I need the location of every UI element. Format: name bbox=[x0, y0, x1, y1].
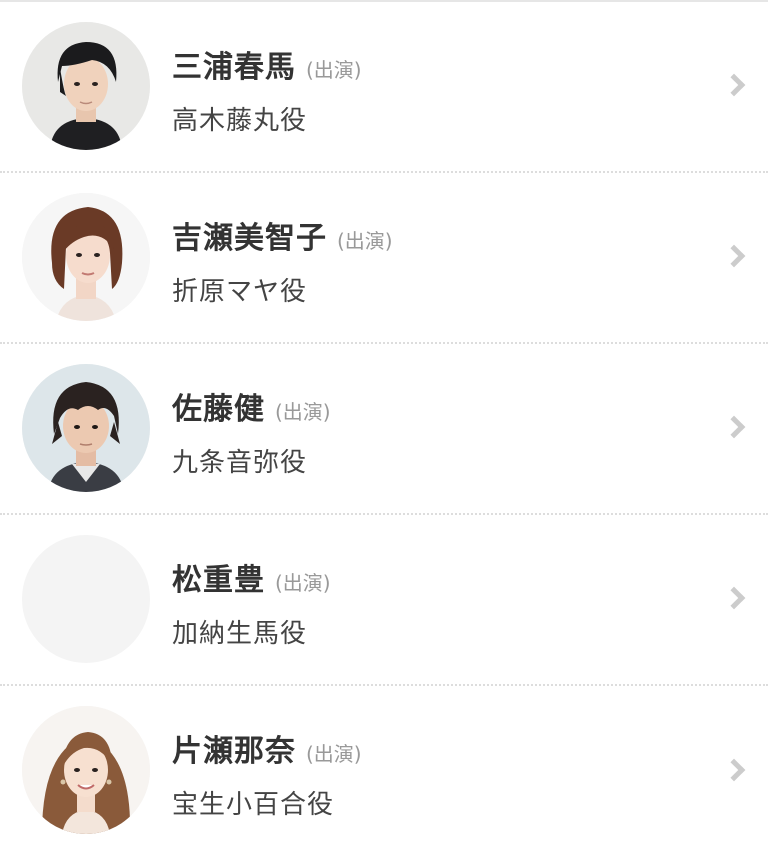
avatar bbox=[22, 364, 150, 492]
avatar-photo-man-dark-hair bbox=[22, 22, 150, 150]
credit-label: (出演) bbox=[275, 571, 331, 595]
actor-name: 片瀬那奈 bbox=[172, 734, 296, 769]
cast-item-5[interactable]: 片瀬那奈 (出演) 宝生小百合役 bbox=[0, 686, 768, 857]
text-block: 佐藤健 (出演) 九条音弥役 bbox=[172, 384, 331, 479]
avatar-placeholder bbox=[22, 535, 150, 663]
chevron-right-icon bbox=[722, 244, 746, 267]
name-line: 松重豊 (出演) bbox=[172, 555, 331, 599]
avatar bbox=[22, 22, 150, 150]
text-block: 三浦春馬 (出演) 高木藤丸役 bbox=[172, 42, 362, 137]
credit-label: (出演) bbox=[306, 742, 362, 766]
role-name: 九条音弥役 bbox=[172, 448, 308, 478]
actor-name: 吉瀬美智子 bbox=[172, 221, 327, 256]
credit-label: (出演) bbox=[275, 400, 331, 424]
avatar-photo-man-shaggy-hair bbox=[22, 364, 150, 492]
cast-item-3[interactable]: 佐藤健 (出演) 九条音弥役 bbox=[0, 344, 768, 515]
text-block: 松重豊 (出演) 加納生馬役 bbox=[172, 555, 331, 650]
role-name: 宝生小百合役 bbox=[172, 790, 335, 820]
chevron-right-icon bbox=[722, 73, 746, 96]
cast-item-4[interactable]: 松重豊 (出演) 加納生馬役 bbox=[0, 515, 768, 686]
cast-list: 三浦春馬 (出演) 高木藤丸役 吉瀬美智子 (出演) 折原マヤ役 佐藤健 (出演… bbox=[0, 2, 768, 857]
credit-label: (出演) bbox=[337, 229, 393, 253]
name-line: 吉瀬美智子 (出演) bbox=[172, 213, 393, 257]
name-line: 三浦春馬 (出演) bbox=[172, 42, 362, 86]
avatar-photo-woman-long-hair bbox=[22, 706, 150, 834]
avatar bbox=[22, 706, 150, 834]
role-name: 折原マヤ役 bbox=[172, 277, 308, 307]
actor-name: 佐藤健 bbox=[172, 392, 265, 427]
credit-label: (出演) bbox=[306, 58, 362, 82]
chevron-right-icon bbox=[722, 758, 746, 781]
avatar-photo-woman-short-hair bbox=[22, 193, 150, 321]
name-line: 片瀬那奈 (出演) bbox=[172, 726, 362, 770]
actor-name: 松重豊 bbox=[172, 563, 265, 598]
chevron-right-icon bbox=[722, 586, 746, 609]
role-name: 加納生馬役 bbox=[172, 619, 308, 649]
text-block: 吉瀬美智子 (出演) 折原マヤ役 bbox=[172, 213, 393, 308]
text-block: 片瀬那奈 (出演) 宝生小百合役 bbox=[172, 726, 362, 821]
name-line: 佐藤健 (出演) bbox=[172, 384, 331, 428]
role-name: 高木藤丸役 bbox=[172, 106, 308, 136]
cast-item-2[interactable]: 吉瀬美智子 (出演) 折原マヤ役 bbox=[0, 173, 768, 344]
avatar bbox=[22, 193, 150, 321]
actor-name: 三浦春馬 bbox=[172, 50, 296, 85]
chevron-right-icon bbox=[722, 415, 746, 438]
cast-item-1[interactable]: 三浦春馬 (出演) 高木藤丸役 bbox=[0, 2, 768, 173]
